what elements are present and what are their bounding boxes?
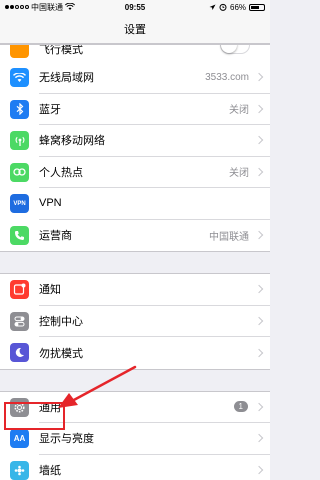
- signal-strength-icon: [5, 5, 29, 9]
- settings-group-connectivity: 飞行模式 无线局域网 3533.com 蓝牙 关闭 蜂窝移动网络 个人热点 关闭…: [0, 44, 270, 252]
- nav-bar: 设置: [0, 14, 270, 44]
- vpn-icon: VPN: [10, 194, 29, 214]
- control-center-label: 控制中心: [39, 315, 83, 328]
- status-time: 09:55: [124, 2, 146, 12]
- bluetooth-label: 蓝牙: [39, 103, 61, 116]
- phone-icon: [10, 225, 29, 245]
- display-brightness-label: 显示与亮度: [39, 433, 94, 446]
- row-content: 控制中心: [39, 306, 270, 337]
- annotation-arrow-icon: [58, 365, 137, 408]
- vpn-label: VPN: [39, 197, 62, 210]
- bluetooth-value: 关闭: [229, 105, 249, 117]
- row-content: 显示与亮度: [39, 423, 270, 455]
- status-bar: 中国联通 09:55 66%: [0, 0, 270, 14]
- row-content: 运营商 中国联通: [39, 220, 270, 252]
- settings-row-wifi[interactable]: 无线局域网 3533.com: [0, 62, 270, 94]
- row-content: 个人热点 关闭: [39, 157, 270, 188]
- wallpaper-icon: [10, 460, 29, 480]
- chevron-right-icon: [254, 231, 264, 240]
- row-content: VPN: [39, 188, 270, 220]
- chevron-right-icon: [254, 402, 264, 411]
- battery-icon: [249, 3, 266, 11]
- settings-row-airplane-mode[interactable]: 飞行模式: [0, 45, 270, 62]
- row-content: 无线局域网 3533.com: [39, 62, 270, 94]
- chevron-right-icon: [254, 73, 264, 82]
- display-icon: AA: [10, 429, 29, 449]
- chevron-right-icon: [254, 285, 264, 294]
- settings-row-cellular[interactable]: 蜂窝移动网络: [0, 125, 270, 157]
- hotspot-label: 个人热点: [39, 166, 83, 179]
- airplane-icon: [10, 45, 29, 58]
- carrier-label: 运营商: [39, 230, 72, 243]
- carrier-value: 中国联通: [209, 231, 249, 243]
- location-icon: [209, 4, 216, 10]
- cellular-icon: [10, 131, 29, 151]
- chevron-right-icon: [254, 434, 264, 443]
- settings-row-vpn[interactable]: VPN VPN: [0, 188, 270, 220]
- battery-percent: 66%: [230, 2, 247, 12]
- settings-group-system: 通知 控制中心 勿扰模式: [0, 273, 270, 370]
- bluetooth-icon: [10, 99, 29, 119]
- settings-row-control-center[interactable]: 控制中心: [0, 306, 270, 337]
- row-content: 墙纸: [39, 455, 270, 480]
- wifi-status-icon: [65, 3, 75, 10]
- cellular-label: 蜂窝移动网络: [39, 135, 105, 148]
- wallpaper-label: 墙纸: [39, 465, 61, 478]
- settings-row-wallpaper[interactable]: 墙纸: [0, 455, 270, 480]
- wifi-label: 无线局域网: [39, 72, 94, 85]
- chevron-right-icon: [254, 466, 264, 475]
- notifications-label: 通知: [39, 284, 61, 297]
- hotspot-value: 关闭: [229, 168, 249, 180]
- moon-icon: [10, 343, 29, 363]
- chevron-right-icon: [254, 316, 264, 325]
- row-content: 蓝牙 关闭: [39, 94, 270, 125]
- row-content: 蜂窝移动网络: [39, 125, 270, 157]
- status-right: 66%: [178, 2, 266, 12]
- chevron-right-icon: [254, 348, 264, 357]
- wifi-icon: [10, 68, 29, 88]
- carrier-label: 中国联通: [31, 2, 63, 12]
- update-badge: 1: [233, 401, 248, 413]
- chevron-right-icon: [254, 104, 264, 113]
- settings-row-hotspot[interactable]: 个人热点 关闭: [0, 157, 270, 188]
- airplane-mode-label: 飞行模式: [39, 45, 83, 56]
- page-title: 设置: [124, 23, 146, 36]
- hotspot-icon: [10, 162, 29, 182]
- settings-row-bluetooth[interactable]: 蓝牙 关闭: [0, 94, 270, 125]
- row-content: 通知: [39, 274, 270, 306]
- wifi-value: 3533.com: [205, 71, 249, 83]
- do-not-disturb-label: 勿扰模式: [39, 347, 83, 360]
- settings-row-notifications[interactable]: 通知: [0, 274, 270, 306]
- toggle-knob: [221, 45, 237, 53]
- status-left: 中国联通: [5, 2, 92, 13]
- alarm-icon: [219, 3, 227, 11]
- settings-row-carrier[interactable]: 运营商 中国联通: [0, 220, 270, 252]
- control-center-icon: [10, 311, 29, 331]
- airplane-mode-toggle[interactable]: [220, 45, 250, 54]
- chevron-right-icon: [254, 136, 264, 145]
- notifications-icon: [10, 280, 29, 300]
- chevron-right-icon: [254, 167, 264, 176]
